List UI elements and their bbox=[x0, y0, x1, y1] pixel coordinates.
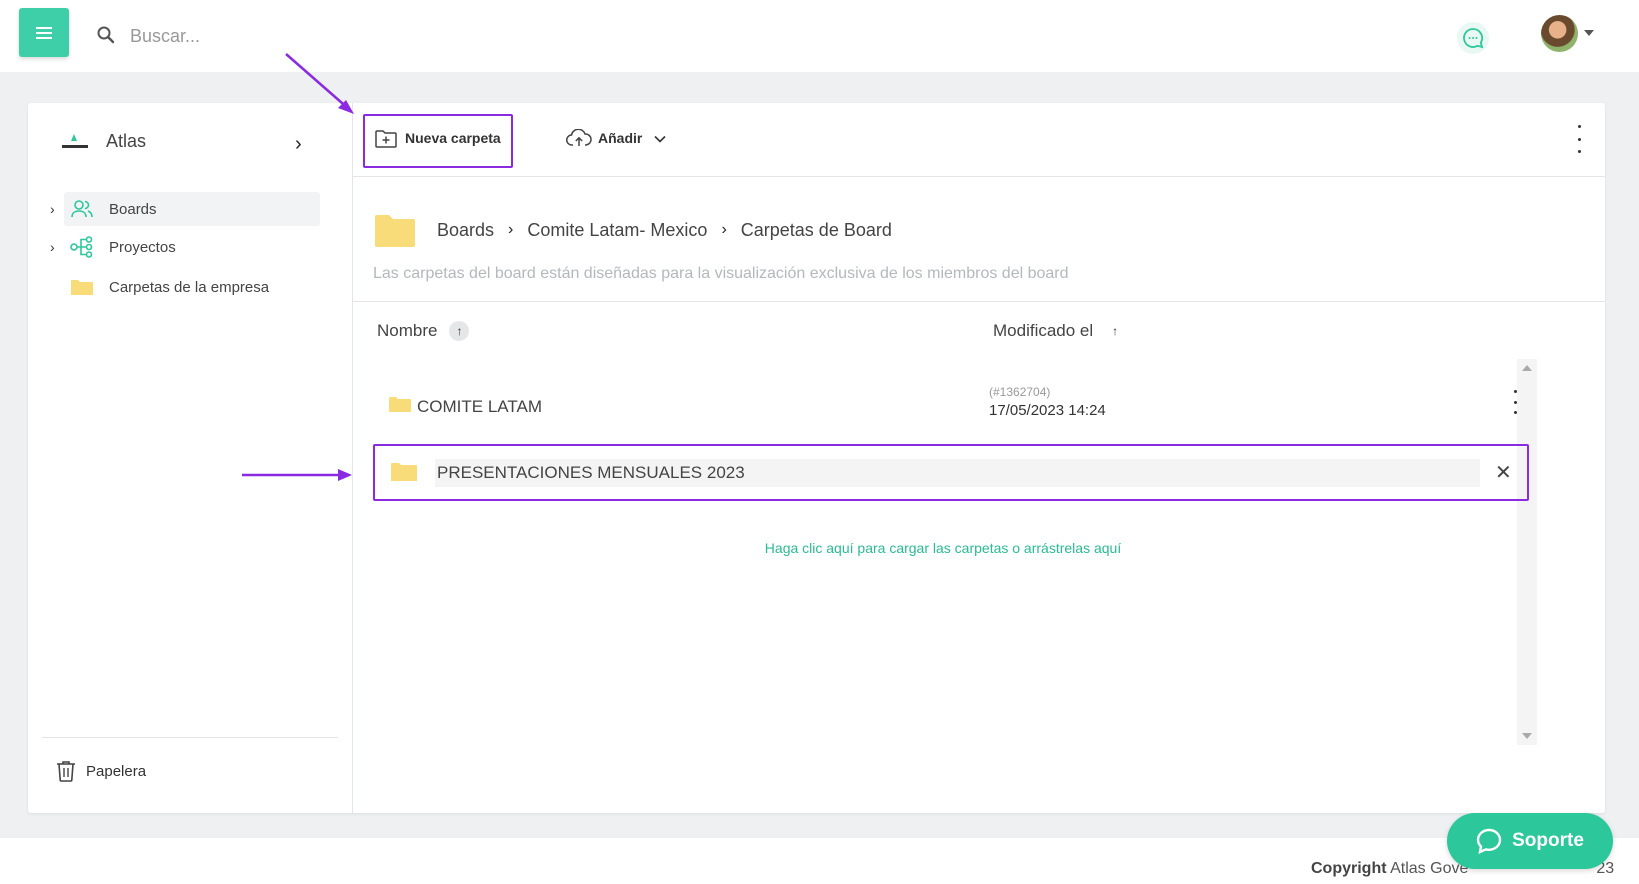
sidebar-item-boards[interactable]: › Boards bbox=[50, 192, 320, 226]
more-options-icon[interactable] bbox=[1573, 125, 1585, 153]
top-bar bbox=[0, 0, 1639, 72]
divider bbox=[42, 737, 338, 738]
highlight-box bbox=[363, 114, 513, 168]
chevron-right-icon: › bbox=[721, 221, 727, 238]
users-icon bbox=[70, 198, 94, 220]
column-header-modified[interactable]: Modificado el ↑ bbox=[993, 321, 1125, 341]
add-dropdown-button[interactable]: Añadir bbox=[566, 120, 672, 156]
chevron-right-icon[interactable]: › bbox=[50, 239, 55, 255]
menu-button[interactable] bbox=[19, 8, 69, 57]
brand[interactable]: Atlas bbox=[60, 131, 146, 152]
arrow-icon bbox=[285, 53, 354, 114]
support-button[interactable]: Soporte bbox=[1447, 813, 1613, 869]
add-label: Añadir bbox=[598, 130, 643, 146]
table-row[interactable]: COMITE LATAM (#1362704) 17/05/2023 14:24 bbox=[389, 383, 1539, 431]
folder-icon bbox=[389, 397, 411, 412]
scroll-down-arrow-icon[interactable] bbox=[1522, 733, 1532, 739]
search-input[interactable] bbox=[130, 22, 430, 50]
folder-id: (#1362704) bbox=[989, 385, 1051, 399]
folder-name[interactable]: COMITE LATAM bbox=[417, 397, 542, 417]
sidebar: Atlas › › Boards › Proyectos Carpetas de… bbox=[28, 103, 353, 813]
row-more-options-icon[interactable] bbox=[1509, 390, 1521, 414]
new-folder-name-input[interactable] bbox=[435, 459, 1480, 487]
avatar[interactable] bbox=[1541, 15, 1578, 52]
sidebar-item-label: Carpetas de la empresa bbox=[109, 278, 270, 296]
chevron-right-icon[interactable]: › bbox=[50, 201, 55, 217]
new-folder-row: ✕ bbox=[373, 444, 1529, 501]
sidebar-item-carpetas-empresa[interactable]: Carpetas de la empresa bbox=[64, 270, 320, 304]
modified-date: 17/05/2023 14:24 bbox=[989, 402, 1106, 419]
copyright-label: Copyright bbox=[1311, 860, 1387, 877]
file-manager-card: Atlas › › Boards › Proyectos Carpetas de… bbox=[28, 103, 1605, 813]
chevron-down-icon[interactable] bbox=[1584, 30, 1594, 36]
sidebar-item-papelera[interactable]: Papelera bbox=[56, 760, 146, 782]
sort-arrow-up-icon[interactable]: ↑ bbox=[449, 321, 470, 341]
chevron-right-icon: › bbox=[508, 221, 514, 238]
chevron-down-icon bbox=[654, 131, 672, 146]
hamburger-icon bbox=[36, 26, 52, 39]
breadcrumb: Boards › Comite Latam- Mexico › Carpetas… bbox=[375, 213, 892, 247]
column-header-label: Modificado el bbox=[993, 321, 1094, 340]
close-icon[interactable]: ✕ bbox=[1495, 460, 1512, 485]
divider bbox=[353, 301, 1605, 302]
arrow-icon bbox=[242, 469, 352, 481]
toolbar: Nueva carpeta Añadir bbox=[353, 103, 1605, 177]
scroll-up-arrow-icon[interactable] bbox=[1522, 365, 1532, 371]
hierarchy-icon bbox=[70, 236, 94, 258]
search-icon bbox=[97, 26, 115, 44]
trash-label: Papelera bbox=[86, 762, 147, 780]
sidebar-item-proyectos[interactable]: › Proyectos bbox=[50, 230, 320, 264]
cloud-upload-icon bbox=[566, 129, 592, 146]
folder-description: Las carpetas del board están diseñadas p… bbox=[373, 265, 1069, 282]
sort-arrow-up-icon[interactable]: ↑ bbox=[1105, 321, 1125, 341]
main-panel: Nueva carpeta Añadir Boards › Comite Lat… bbox=[353, 103, 1605, 813]
breadcrumb-item: Carpetas de Board bbox=[740, 219, 892, 240]
folder-icon bbox=[70, 276, 94, 298]
sidebar-item-label: Proyectos bbox=[109, 238, 176, 256]
upload-dropzone-link[interactable]: Haga clic aquí para cargar las carpetas … bbox=[353, 540, 1533, 556]
footer: Copyright Atlas Gove 23 bbox=[0, 838, 1639, 884]
chat-button[interactable] bbox=[1457, 22, 1489, 54]
trash-icon bbox=[57, 761, 75, 782]
sidebar-item-label: Boards bbox=[109, 200, 157, 218]
folder-icon bbox=[375, 215, 415, 247]
folder-icon bbox=[391, 463, 417, 481]
chat-icon bbox=[1463, 28, 1484, 49]
breadcrumb-item[interactable]: Comite Latam- Mexico bbox=[527, 220, 707, 241]
brand-name: Atlas bbox=[106, 131, 147, 151]
support-label: Soporte bbox=[1512, 830, 1584, 851]
column-header-name[interactable]: Nombre ↑ bbox=[377, 321, 470, 341]
atlas-logo-icon bbox=[62, 133, 88, 148]
chat-bubble-icon bbox=[1476, 828, 1502, 854]
chevron-right-icon[interactable]: › bbox=[295, 133, 302, 156]
breadcrumb-item[interactable]: Boards bbox=[437, 220, 494, 241]
column-header-label: Nombre bbox=[377, 321, 438, 340]
